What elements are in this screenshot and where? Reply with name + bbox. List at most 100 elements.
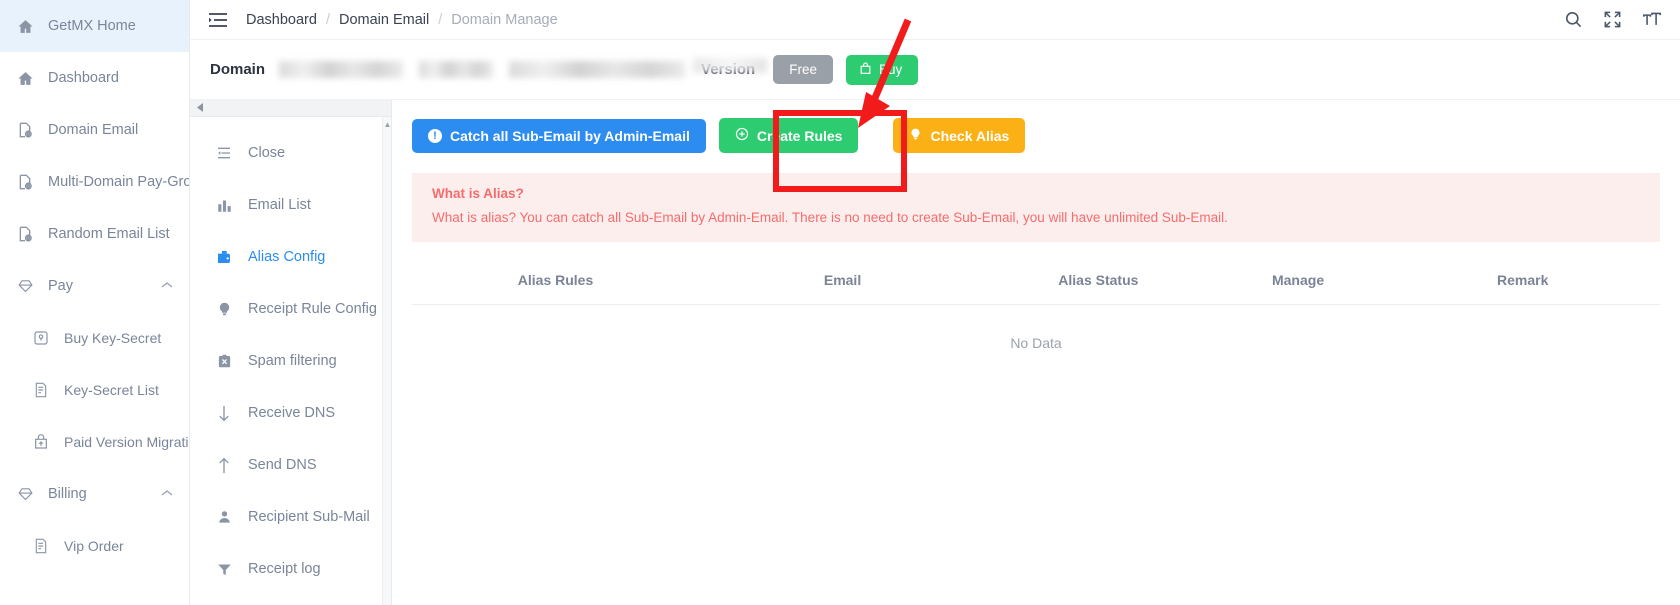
table-empty-row: No Data: [412, 304, 1660, 381]
font-size-icon[interactable]: [1642, 11, 1662, 29]
sidebar-group-label: Billing: [48, 486, 87, 502]
subnav-item-email-list[interactable]: Email List: [190, 179, 391, 231]
subnav-item-alias-config[interactable]: Alias Config: [190, 231, 391, 283]
secondary-sidebar-list: Close Email List Alias Config Receipt Ru…: [190, 117, 391, 605]
table-header-remark: Remark: [1385, 257, 1660, 305]
sidebar-item-label: Buy Key-Secret: [64, 330, 162, 346]
shopping-bag-icon: [859, 62, 872, 78]
diamond-icon: [14, 275, 36, 297]
funnel-icon: [214, 562, 234, 577]
sidebar-item-label: Key-Secret List: [64, 382, 159, 398]
sidebar-group-label: Pay: [48, 278, 73, 294]
catch-all-sub-email-button[interactable]: ! Catch all Sub-Email by Admin-Email: [412, 118, 706, 153]
subnav-item-label: Spam filtering: [248, 353, 337, 369]
arrow-up-icon: [214, 457, 234, 474]
secondary-sidebar-collapse-button[interactable]: [190, 100, 391, 117]
list-doc-icon: [30, 535, 52, 557]
sidebar-item-dashboard[interactable]: Dashboard: [0, 52, 189, 104]
top-bar: Dashboard / Domain Email / Domain Manage: [190, 0, 1680, 40]
user-icon: [214, 509, 234, 525]
secondary-sidebar: Close Email List Alias Config Receipt Ru…: [190, 100, 392, 605]
sidebar-item-key-secret-list[interactable]: Key-Secret List: [0, 364, 189, 416]
subnav-item-close[interactable]: Close: [190, 127, 391, 179]
close-list-icon: [214, 145, 234, 161]
topbar-icon-group: [1564, 10, 1662, 29]
exclamation-circle-icon: !: [428, 128, 442, 143]
sidebar-item-vip-order[interactable]: Vip Order: [0, 520, 189, 572]
domain-value-redacted: [279, 61, 404, 78]
fullscreen-icon[interactable]: [1603, 10, 1622, 29]
subnav-item-spam-filtering[interactable]: Spam filtering: [190, 335, 391, 387]
version-free-badge[interactable]: Free: [773, 55, 833, 84]
secondary-sidebar-scrollbar[interactable]: ▲: [382, 117, 391, 605]
subnav-item-label: Receive DNS: [248, 405, 336, 421]
sidebar-item-buy-key-secret[interactable]: Buy Key-Secret: [0, 312, 189, 364]
alias-table: Alias Rules Email Alias Status Manage Re…: [412, 257, 1660, 381]
sidebar-item-random-email-list[interactable]: Random Email List: [0, 208, 189, 260]
subnav-item-label: Close: [248, 145, 286, 161]
subnav-item-label: Email List: [248, 197, 311, 213]
hamburger-collapse-icon[interactable]: [208, 12, 228, 28]
table-header-alias-rules: Alias Rules: [412, 257, 700, 305]
breadcrumb-dashboard[interactable]: Dashboard: [246, 12, 317, 28]
globe-doc-icon: [14, 171, 36, 193]
subnav-item-send-dns[interactable]: Send DNS: [190, 439, 391, 491]
domain-bar: Domain Version Free Buy: [190, 40, 1680, 100]
breadcrumb: Dashboard / Domain Email / Domain Manage: [246, 12, 558, 28]
bulb-icon: [214, 301, 234, 317]
breadcrumb-domain-email[interactable]: Domain Email: [339, 12, 429, 28]
sidebar-item-label: Vip Order: [64, 538, 124, 554]
alias-info-alert: What is Alias? What is alias? You can ca…: [412, 173, 1660, 242]
sidebar-item-label: GetMX Home: [48, 18, 136, 34]
table-header-email: Email: [699, 257, 987, 305]
sidebar-item-multi-domain-pay-group[interactable]: Multi-Domain Pay-Group: [0, 156, 189, 208]
check-alias-button[interactable]: Check Alias: [893, 118, 1026, 153]
subnav-item-label: Send DNS: [248, 457, 317, 473]
subnav-item-receipt-rule-config[interactable]: Receipt Rule Config: [190, 283, 391, 335]
globe-doc-icon: [14, 119, 36, 141]
buy-button[interactable]: Buy: [845, 54, 919, 85]
bar-chart-icon: [214, 198, 234, 213]
sidebar-item-label: Domain Email: [48, 122, 139, 138]
alias-config-panel: ! Catch all Sub-Email by Admin-Email Cre…: [392, 100, 1680, 605]
subnav-item-receive-dns[interactable]: Receive DNS: [190, 387, 391, 439]
sidebar-item-getmx-home[interactable]: GetMX Home: [0, 0, 189, 52]
table-header-manage: Manage: [1210, 257, 1386, 305]
sidebar-group-billing[interactable]: Billing: [0, 468, 189, 520]
search-icon[interactable]: [1564, 10, 1583, 29]
version-label: Version: [701, 61, 756, 78]
domain-value-redacted: [419, 61, 494, 78]
plus-circle-icon: [735, 127, 749, 144]
main-region: Dashboard / Domain Email / Domain Manage: [190, 0, 1680, 605]
subnav-item-label: Alias Config: [248, 249, 326, 265]
key-box-icon: [30, 327, 52, 349]
spam-block-icon: [214, 353, 234, 369]
sidebar-group-pay[interactable]: Pay: [0, 260, 189, 312]
check-alias-label: Check Alias: [930, 127, 1010, 144]
alias-table-body: No Data: [412, 304, 1660, 381]
sidebar-item-paid-version-migration[interactable]: Paid Version Migration: [0, 416, 189, 468]
upload-bag-icon: [30, 431, 52, 453]
body-area: Close Email List Alias Config Receipt Ru…: [190, 100, 1680, 605]
alias-info-alert-text: What is alias? You can catch all Sub-Ema…: [432, 209, 1228, 225]
subnav-item-label: Receipt log: [248, 561, 321, 577]
globe-doc-icon: [14, 223, 36, 245]
annotation-highlight-box: [773, 110, 907, 192]
bulb-icon: [909, 127, 922, 144]
diamond-icon: [14, 483, 36, 505]
sidebar-item-label: Dashboard: [48, 70, 119, 86]
subnav-item-recipient-sub-mail[interactable]: Recipient Sub-Mail: [190, 491, 391, 543]
wallet-icon: [214, 249, 234, 265]
primary-sidebar: GetMX Home Dashboard Domain Email Multi-…: [0, 0, 190, 605]
sidebar-item-label: Random Email List: [48, 226, 170, 242]
alias-info-alert-title: What is Alias?: [432, 186, 524, 201]
subnav-item-receipt-log[interactable]: Receipt log: [190, 543, 391, 595]
sidebar-item-label: Paid Version Migration: [64, 434, 189, 450]
app-root: GetMX Home Dashboard Domain Email Multi-…: [0, 0, 1680, 605]
catch-all-sub-email-label: Catch all Sub-Email by Admin-Email: [450, 127, 690, 144]
chevron-up-icon: [161, 488, 173, 500]
caret-up-icon[interactable]: ▲: [383, 120, 392, 129]
sidebar-item-domain-email[interactable]: Domain Email: [0, 104, 189, 156]
chevron-up-icon: [161, 280, 173, 292]
table-no-data-text: No Data: [1010, 334, 1062, 351]
